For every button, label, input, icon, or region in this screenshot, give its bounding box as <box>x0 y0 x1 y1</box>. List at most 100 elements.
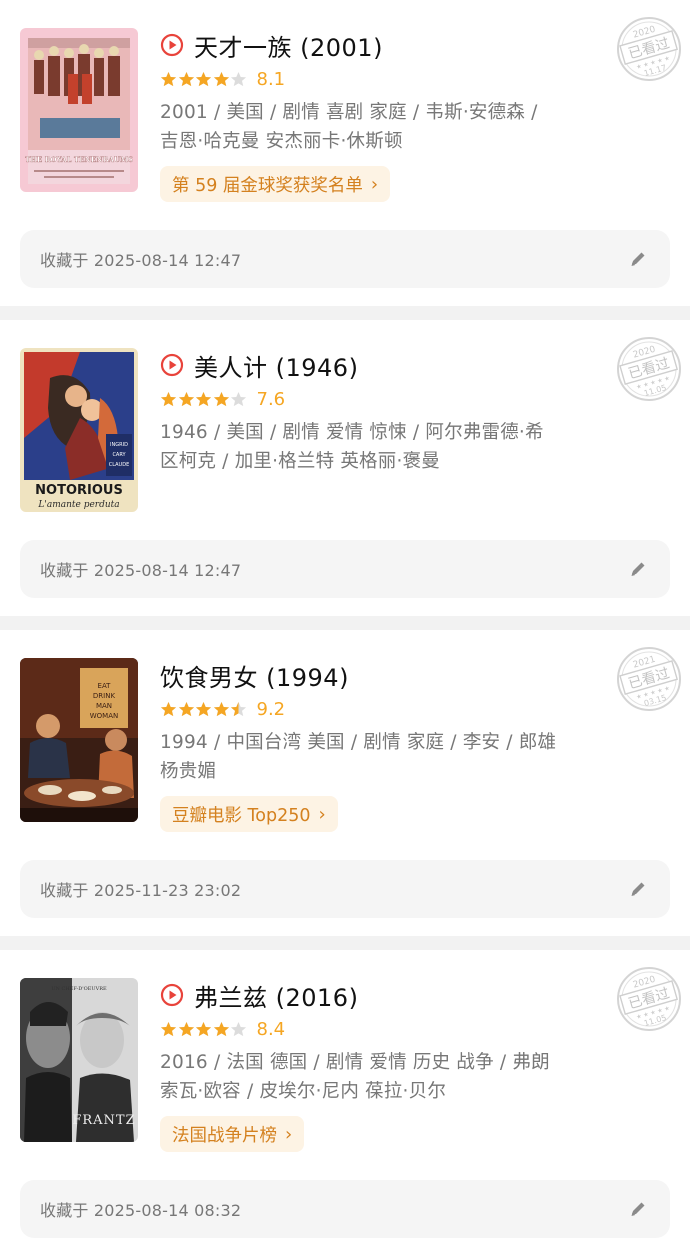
star-icon <box>160 701 177 716</box>
movie-poster[interactable]: THE ROYAL TENENBAUMS <box>20 28 138 192</box>
movie-list: THE ROYAL TENENBAUMS 天才一族 (2001) 8.1 200… <box>0 0 690 1256</box>
pencil-icon[interactable] <box>628 249 648 269</box>
movie-poster[interactable]: UN CHEF-D'OEUVRE FRANTZ <box>20 978 138 1142</box>
svg-text:CARY: CARY <box>112 452 126 458</box>
svg-text:WOMAN: WOMAN <box>90 712 119 720</box>
svg-text:FRANTZ: FRANTZ <box>72 1113 135 1128</box>
svg-text:THE ROYAL TENENBAUMS: THE ROYAL TENENBAUMS <box>25 155 133 164</box>
rating-stars <box>160 1021 248 1038</box>
star-icon <box>213 701 229 716</box>
list-tag[interactable]: 第 59 届金球奖获奖名单 › <box>160 166 391 202</box>
rating-stars <box>160 71 248 88</box>
pencil-icon[interactable] <box>628 559 648 579</box>
collection-time: 收藏于 2025-08-14 12:47 <box>40 561 242 580</box>
movie-info: 天才一族 (2001) 8.1 2001 / 美国 / 剧情 喜剧 家庭 / 韦… <box>160 28 670 202</box>
svg-text:EAT: EAT <box>98 682 112 690</box>
star-icon <box>195 391 212 406</box>
movie-title[interactable]: 弗兰兹 (2016) <box>194 978 358 1013</box>
play-circle-icon[interactable] <box>160 33 184 57</box>
meta-line-1: 1946 / 美国 / 剧情 爱情 惊悚 / 阿尔弗雷德·希 <box>160 422 544 443</box>
movie-meta: 1946 / 美国 / 剧情 爱情 惊悚 / 阿尔弗雷德·希 区柯克 / 加里·… <box>160 418 600 476</box>
list-tag[interactable]: 豆瓣电影 Top250 › <box>160 796 338 832</box>
svg-text:DRINK: DRINK <box>93 692 116 700</box>
chevron-right-icon: › <box>285 1123 293 1145</box>
list-tag[interactable]: 法国战争片榜 › <box>160 1116 305 1152</box>
collection-time: 收藏于 2025-08-14 08:32 <box>40 1201 242 1220</box>
chevron-right-icon: › <box>370 173 379 195</box>
poster-art: THE ROYAL TENENBAUMS <box>20 28 138 192</box>
svg-text:MAN: MAN <box>96 702 112 710</box>
star-icon <box>178 391 194 406</box>
collection-note[interactable]: 收藏于 2025-11-23 23:02 <box>20 860 670 918</box>
poster-art: UN CHEF-D'OEUVRE FRANTZ <box>20 978 138 1142</box>
pencil-icon[interactable] <box>628 1199 648 1219</box>
star-icon <box>178 1021 194 1036</box>
movie-title[interactable]: 天才一族 (2001) <box>194 28 383 63</box>
star-icon <box>160 71 177 86</box>
star-icon <box>178 701 194 716</box>
section-divider <box>0 936 690 950</box>
list-tag-label: 第 59 届金球奖获奖名单 <box>172 175 363 196</box>
collection-note[interactable]: 收藏于 2025-08-14 08:32 <box>20 1180 670 1238</box>
collection-time: 收藏于 2025-11-23 23:02 <box>40 881 242 900</box>
star-icon <box>230 71 247 86</box>
movie-item[interactable]: UN CHEF-D'OEUVRE FRANTZ 弗兰兹 (2016) 8.4 20… <box>0 950 690 1256</box>
movie-info: 饮食男女 (1994) 9.2 1994 / 中国台湾 美国 / 剧情 家庭 /… <box>160 658 670 832</box>
svg-text:L'amante perduta: L'amante perduta <box>37 500 119 510</box>
meta-line-1: 2001 / 美国 / 剧情 喜剧 家庭 / 韦斯·安德森 / <box>160 102 538 123</box>
movie-title[interactable]: 饮食男女 (1994) <box>160 658 349 693</box>
rating-stars <box>160 701 248 718</box>
movie-item[interactable]: EAT DRINK MAN WOMAN 饮食男女 (1994) 9.2 1994 / … <box>0 630 690 936</box>
list-tag-label: 法国战争片榜 <box>172 1125 277 1146</box>
movie-meta: 2016 / 法国 德国 / 剧情 爱情 历史 战争 / 弗朗 索瓦·欧容 / … <box>160 1048 600 1106</box>
movie-info: 美人计 (1946) 7.6 1946 / 美国 / 剧情 爱情 惊悚 / 阿尔… <box>160 348 670 512</box>
play-circle-icon[interactable] <box>160 983 184 1007</box>
star-icon <box>178 71 194 86</box>
meta-line-2: 吉恩·哈克曼 安杰丽卡·休斯顿 <box>160 131 403 152</box>
movie-meta: 2001 / 美国 / 剧情 喜剧 家庭 / 韦斯·安德森 / 吉恩·哈克曼 安… <box>160 98 600 156</box>
movie-info: 弗兰兹 (2016) 8.4 2016 / 法国 德国 / 剧情 爱情 历史 战… <box>160 978 670 1152</box>
section-divider <box>0 306 690 320</box>
rating-score: 9.2 <box>256 698 286 720</box>
play-circle-icon[interactable] <box>160 353 184 377</box>
collection-note[interactable]: 收藏于 2025-08-14 12:47 <box>20 230 670 288</box>
movie-item[interactable]: THE ROYAL TENENBAUMS 天才一族 (2001) 8.1 200… <box>0 0 690 306</box>
poster-art: INGRID CARY CLAUDE NOTORIOUS L'amante perdut… <box>20 348 138 512</box>
rating-score: 8.4 <box>256 1018 286 1040</box>
star-icon <box>213 391 229 406</box>
watched-stamp-icon: 2021 已看过 ★ ★ ★ ★ ★ 03.15 <box>617 647 681 711</box>
section-divider <box>0 616 690 630</box>
star-icon <box>160 391 177 406</box>
star-icon <box>230 1021 247 1036</box>
meta-line-2: 杨贵媚 <box>160 761 217 782</box>
meta-line-2: 区柯克 / 加里·格兰特 英格丽·褒曼 <box>160 451 440 472</box>
watched-stamp-icon: 2020 已看过 ★ ★ ★ ★ ★ 11.05 <box>617 337 681 401</box>
svg-text:INGRID: INGRID <box>110 442 128 448</box>
poster-art: EAT DRINK MAN WOMAN <box>20 658 138 822</box>
star-icon <box>195 71 212 86</box>
star-icon <box>160 1021 177 1036</box>
star-icon <box>230 701 247 716</box>
pencil-icon[interactable] <box>628 879 648 899</box>
movie-title[interactable]: 美人计 (1946) <box>194 348 358 383</box>
chevron-right-icon: › <box>318 803 326 825</box>
movie-poster[interactable]: INGRID CARY CLAUDE NOTORIOUS L'amante perdut… <box>20 348 138 512</box>
star-icon <box>195 1021 212 1036</box>
collection-note[interactable]: 收藏于 2025-08-14 12:47 <box>20 540 670 598</box>
rating-stars <box>160 391 248 408</box>
svg-text:CLAUDE: CLAUDE <box>109 462 129 468</box>
watched-stamp-icon: 2020 已看过 ★ ★ ★ ★ ★ 11.17 <box>617 17 681 81</box>
movie-meta: 1994 / 中国台湾 美国 / 剧情 家庭 / 李安 / 郎雄 杨贵媚 <box>160 728 600 786</box>
meta-line-1: 1994 / 中国台湾 美国 / 剧情 家庭 / 李安 / 郎雄 <box>160 732 557 753</box>
star-icon <box>213 71 229 86</box>
rating-score: 7.6 <box>256 388 286 410</box>
star-icon <box>230 391 247 406</box>
movie-item[interactable]: INGRID CARY CLAUDE NOTORIOUS L'amante perdut… <box>0 320 690 616</box>
meta-line-1: 2016 / 法国 德国 / 剧情 爱情 历史 战争 / 弗朗 <box>160 1052 550 1073</box>
movie-poster[interactable]: EAT DRINK MAN WOMAN <box>20 658 138 822</box>
list-tag-label: 豆瓣电影 Top250 <box>172 805 311 826</box>
collection-time: 收藏于 2025-08-14 12:47 <box>40 251 242 270</box>
svg-text:NOTORIOUS: NOTORIOUS <box>35 483 123 498</box>
star-icon <box>213 1021 229 1036</box>
star-icon <box>195 701 212 716</box>
